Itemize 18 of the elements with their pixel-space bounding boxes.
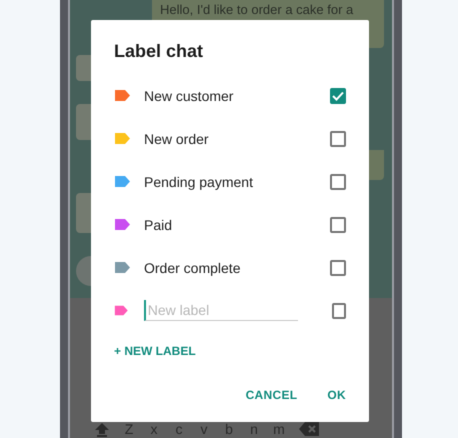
label-name: New order: [144, 130, 210, 146]
new-label-button[interactable]: + NEW LABEL: [114, 344, 196, 358]
label-name: New customer: [144, 88, 234, 104]
checkbox[interactable]: [330, 88, 346, 104]
checkbox[interactable]: [332, 302, 346, 318]
checkbox[interactable]: [330, 216, 346, 232]
checkbox[interactable]: [330, 260, 346, 276]
message-text: Hello, I'd like to order a cake for a: [160, 2, 354, 17]
dialog-button[interactable]: OK: [327, 388, 346, 402]
checkbox[interactable]: [330, 174, 346, 190]
checkbox[interactable]: [330, 130, 346, 146]
label-name: Paid: [144, 216, 174, 232]
shift-icon: [94, 421, 110, 437]
dialog-title: Label chat: [114, 40, 204, 63]
label-input-field[interactable]: New label: [144, 300, 298, 321]
label-name: Order complete: [144, 260, 242, 276]
dialog-button[interactable]: CANCEL: [246, 388, 298, 402]
label-name: Pending payment: [144, 174, 254, 190]
